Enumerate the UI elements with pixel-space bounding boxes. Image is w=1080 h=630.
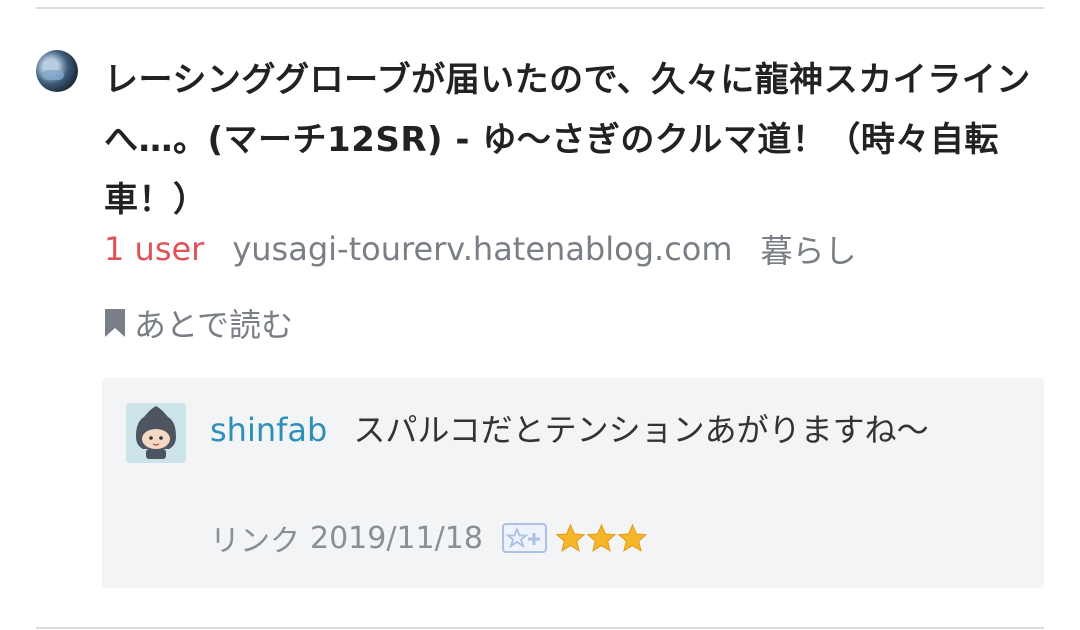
read-later-button[interactable]: あとで読む: [104, 300, 293, 346]
bottom-divider: [36, 627, 1044, 629]
comment-text: スパルコだとテンションあがりますね〜: [353, 411, 929, 449]
comment-link[interactable]: リンク: [210, 516, 300, 560]
star-list: [555, 523, 648, 554]
entry-meta: 1 user yusagi-tourerv.hatenablog.com 暮らし: [104, 226, 857, 272]
comment-body: shinfab スパルコだとテンションあがりますね〜: [210, 402, 950, 458]
top-divider: [36, 7, 1044, 9]
read-later-label: あとで読む: [134, 306, 294, 344]
entry-category-link[interactable]: 暮らし: [761, 226, 857, 272]
site-favicon-icon[interactable]: [36, 50, 78, 92]
add-star-icon[interactable]: [501, 521, 549, 555]
avatar-character-icon: [136, 406, 176, 459]
comment-username[interactable]: shinfab: [210, 411, 327, 449]
entry-domain-link[interactable]: yusagi-tourerv.hatenablog.com: [232, 230, 732, 268]
comment-box: shinfab スパルコだとテンションあがりますね〜 リンク 2019/11/18: [102, 378, 1044, 588]
star-icon[interactable]: [586, 523, 617, 554]
commenter-avatar[interactable]: [126, 403, 186, 463]
comment-date[interactable]: 2019/11/18: [310, 521, 483, 556]
star-icon[interactable]: [617, 523, 648, 554]
bookmark-icon: [105, 309, 125, 337]
entry-title-link[interactable]: レーシンググローブが届いたので、久々に龍神スカイラインへ…。(マーチ12SR) …: [104, 60, 1031, 220]
comment-meta: リンク 2019/11/18: [210, 516, 648, 560]
entry-title: レーシンググローブが届いたので、久々に龍神スカイラインへ…。(マーチ12SR) …: [104, 50, 1044, 230]
bookmark-users-count[interactable]: 1 user: [104, 230, 204, 268]
star-icon[interactable]: [555, 523, 586, 554]
